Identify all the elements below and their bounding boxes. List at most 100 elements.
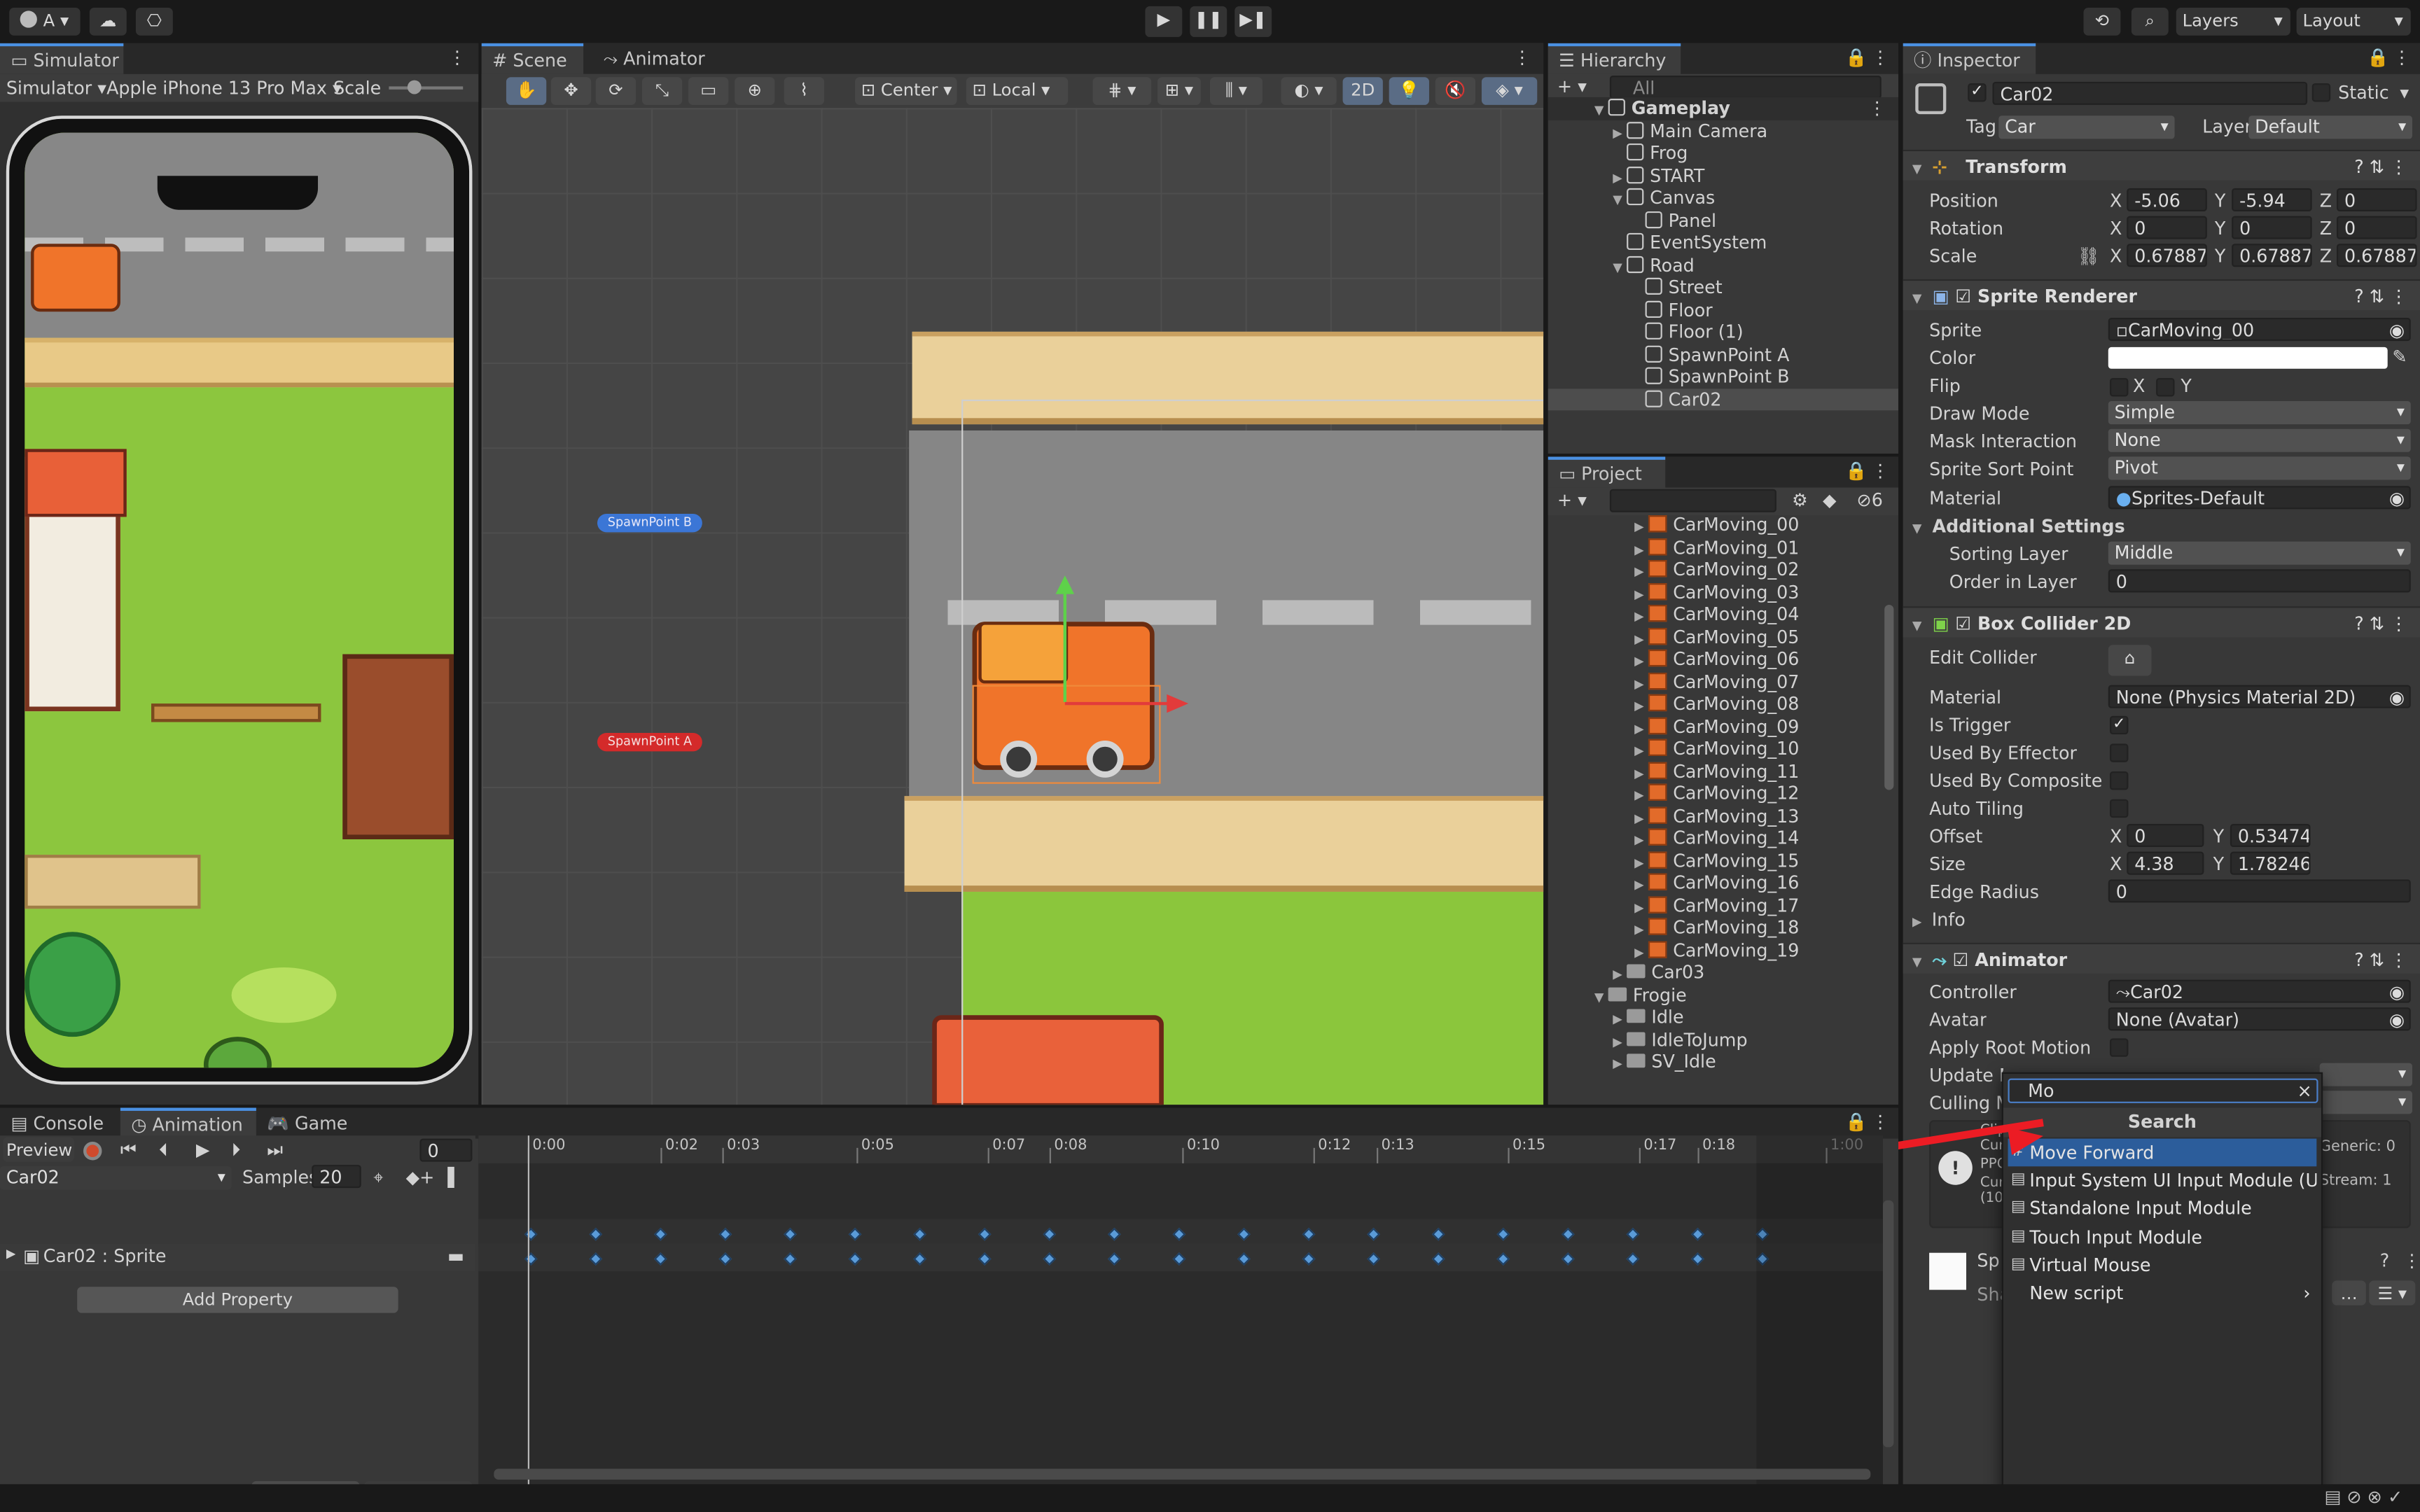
active-checkbox[interactable]: ✓: [1968, 83, 1987, 102]
project-sprite-item[interactable]: ▶ CarMoving_00: [1548, 514, 1883, 536]
fold-arrow-icon[interactable]: ▶: [1634, 629, 1648, 648]
fold-arrow-icon[interactable]: ▶: [1634, 517, 1648, 536]
tab-simulator[interactable]: ▭ Simulator: [0, 43, 124, 74]
tag-dropdown[interactable]: Car: [1998, 115, 2175, 139]
hierarchy-item[interactable]: Floor (1): [1548, 321, 1898, 343]
fold-arrow-icon[interactable]: ▶: [1634, 606, 1648, 626]
scale-y-label[interactable]: Y: [2215, 245, 2225, 267]
position-y-label[interactable]: Y: [2215, 190, 2225, 211]
keyframe[interactable]: [978, 1227, 992, 1241]
prev-key-icon[interactable]: ⏴: [159, 1139, 168, 1162]
move-gizmo-x-head[interactable]: [1167, 694, 1189, 713]
tab-hierarchy[interactable]: ☰ Hierarchy: [1548, 43, 1681, 74]
scale-tool-icon[interactable]: ⤡: [641, 77, 683, 105]
add-property-button[interactable]: Add Property: [77, 1287, 398, 1313]
add-object-button[interactable]: + ▾: [1557, 76, 1587, 97]
sprite-renderer-header[interactable]: ▼ ▣ ☑ Sprite Renderer? ⇅ ⋮: [1903, 279, 2420, 311]
move-gizmo-y-head[interactable]: [1055, 575, 1075, 594]
step-button[interactable]: ▶❚: [1235, 6, 1272, 37]
first-key-icon[interactable]: ⏮: [120, 1139, 137, 1162]
project-search-input[interactable]: [1609, 489, 1776, 512]
position-y-field[interactable]: -5.94: [2232, 188, 2312, 211]
component-option[interactable]: ▤ Standalone Input Module: [2008, 1195, 2317, 1223]
keyframe[interactable]: [524, 1252, 538, 1266]
component-option[interactable]: ▤ Virtual Mouse: [2008, 1251, 2317, 1279]
edge-radius-field[interactable]: 0: [2108, 879, 2411, 903]
account-dropdown[interactable]: A ▾: [9, 8, 81, 36]
project-folder-item[interactable]: ▶ Idle: [1548, 1006, 1883, 1028]
move-gizmo-x-arrow[interactable]: [1064, 701, 1170, 706]
fold-arrow-icon[interactable]: ▼: [1594, 987, 1608, 1007]
project-sprite-item[interactable]: ▶ CarMoving_04: [1548, 603, 1883, 626]
tab-project[interactable]: ▭ Project: [1548, 456, 1666, 488]
keyframe[interactable]: [1626, 1227, 1640, 1241]
project-sprite-item[interactable]: ▶ CarMoving_05: [1548, 626, 1883, 648]
move-gizmo-y-arrow[interactable]: [1063, 586, 1067, 702]
project-sprite-item[interactable]: ▶ CarMoving_07: [1548, 671, 1883, 693]
transform-header[interactable]: ▼ ⊹ Transform? ⇅ ⋮: [1903, 149, 2420, 181]
spawnpoint-b-label[interactable]: SpawnPoint B: [597, 513, 702, 533]
fold-arrow-icon[interactable]: ▶: [1634, 651, 1648, 671]
fold-arrow-icon[interactable]: ▶: [1634, 897, 1648, 917]
grid-snap-icon[interactable]: ⋕ ▾: [1092, 77, 1152, 105]
rotation-z-field[interactable]: 0: [2336, 216, 2417, 239]
keyframe[interactable]: [1172, 1227, 1186, 1241]
hierarchy-item[interactable]: Frog: [1548, 142, 1898, 164]
hierarchy-item[interactable]: ▼ Canvas: [1548, 187, 1898, 209]
rotate-tool-icon[interactable]: ⟳: [595, 77, 637, 105]
sprite-sort-point-dropdown[interactable]: Pivot: [2108, 456, 2411, 480]
fold-arrow-icon[interactable]: ▶: [1634, 830, 1648, 850]
fold-arrow-icon[interactable]: ▶: [1613, 167, 1627, 187]
last-key-icon[interactable]: ⏭: [267, 1139, 283, 1162]
dopesheet-area[interactable]: 0:00 0:02 0:03 0:05 0:07 0:08 0:10 0:12 0:13 0:15…: [478, 1135, 1883, 1488]
project-sprite-item[interactable]: ▶ CarMoving_10: [1548, 738, 1883, 760]
position-x-field[interactable]: -5.06: [2127, 188, 2207, 211]
used-by-composite-checkbox[interactable]: [2109, 771, 2129, 790]
rotation-z-label[interactable]: Z: [2320, 218, 2332, 239]
hierarchy-item[interactable]: Street: [1548, 276, 1898, 299]
flip-y-checkbox[interactable]: [2156, 378, 2175, 397]
fold-arrow-icon[interactable]: ▶: [1634, 539, 1648, 559]
rotation-x-label[interactable]: X: [2110, 218, 2122, 239]
animator-enabled-icon[interactable]: ☑: [1953, 949, 1969, 971]
fold-arrow-icon[interactable]: ▶: [1634, 853, 1648, 872]
keyframe[interactable]: [784, 1227, 797, 1241]
scale-y-field[interactable]: 0.678872: [2232, 244, 2312, 267]
scale-slider[interactable]: [389, 86, 464, 90]
hierarchy-item[interactable]: EventSystem: [1548, 232, 1898, 254]
keyframe[interactable]: [1302, 1227, 1316, 1241]
used-by-effector-checkbox[interactable]: [2109, 743, 2129, 762]
panel-menu-icon[interactable]: ⋮: [1871, 460, 1889, 482]
project-sprite-item[interactable]: ▶ CarMoving_13: [1548, 804, 1883, 827]
record-icon[interactable]: [83, 1142, 102, 1161]
position-z-label[interactable]: Z: [2320, 190, 2332, 211]
keyframe[interactable]: [1043, 1227, 1057, 1241]
add-event-icon[interactable]: ◆+: [406, 1166, 435, 1188]
pause-button[interactable]: ❚❚: [1190, 6, 1228, 37]
keyframe[interactable]: [653, 1227, 667, 1241]
keyframe[interactable]: [1367, 1252, 1380, 1266]
keyframe[interactable]: [1626, 1252, 1640, 1266]
collider-material-field[interactable]: None (Physics Material 2D) ◉: [2108, 685, 2411, 708]
position-z-field[interactable]: 0: [2336, 188, 2417, 211]
box-collider-enabled-icon[interactable]: ☑: [1955, 612, 1971, 634]
lock-icon[interactable]: 🔒: [1845, 1111, 1868, 1133]
fold-arrow-icon[interactable]: ▶: [1634, 561, 1648, 581]
keyframe[interactable]: [1302, 1252, 1316, 1266]
pivot-center-dropdown[interactable]: ⊡ Center ▾: [855, 77, 957, 105]
panel-menu-icon[interactable]: ⋮: [2393, 46, 2410, 68]
layer-dropdown[interactable]: Default: [2248, 115, 2412, 139]
panel-menu-icon[interactable]: ⋮: [1871, 1111, 1889, 1133]
fold-arrow-icon[interactable]: ▼: [1594, 100, 1608, 120]
project-sprite-item[interactable]: ▶ CarMoving_14: [1548, 827, 1883, 849]
event-marker-icon[interactable]: ▌: [447, 1166, 461, 1188]
status-icons[interactable]: ▤ ⊘ ⊗ ✓: [2324, 1486, 2402, 1508]
clip-dropdown[interactable]: Car02: [0, 1166, 232, 1190]
color-swatch[interactable]: [2108, 346, 2388, 369]
tab-inspector[interactable]: ⓘ Inspector: [1903, 43, 2036, 74]
tab-game[interactable]: 🎮 Game: [256, 1108, 358, 1139]
row-menu-icon[interactable]: ⋮: [1868, 97, 1886, 120]
keyframe[interactable]: [978, 1252, 992, 1266]
mask-interaction-dropdown[interactable]: None: [2108, 428, 2411, 452]
fold-arrow-icon[interactable]: ▶: [1634, 942, 1648, 962]
